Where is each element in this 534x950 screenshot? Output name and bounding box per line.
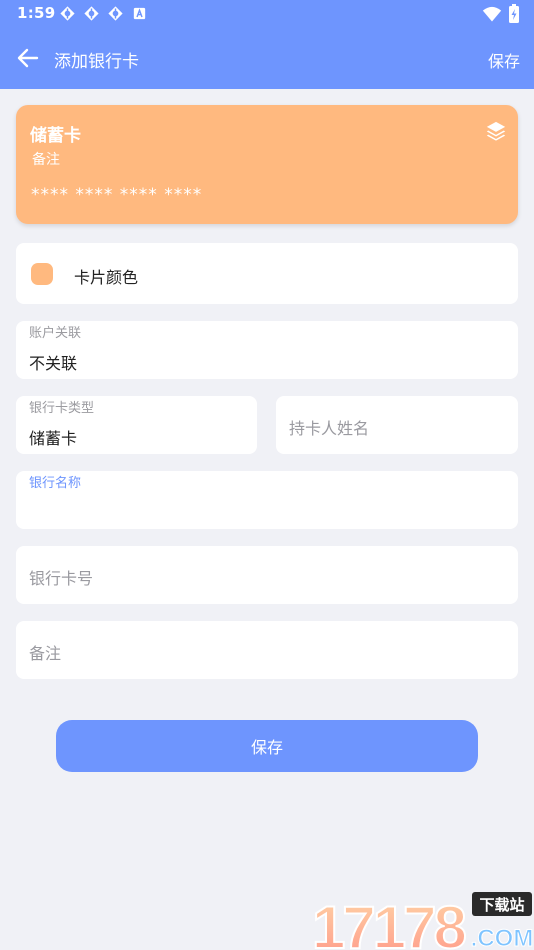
- battery-charging-icon: [509, 4, 519, 23]
- account-link-value: 不关联: [29, 354, 78, 373]
- save-action-button[interactable]: 保存: [488, 48, 520, 72]
- card-number-input[interactable]: 银行卡号: [16, 546, 518, 604]
- sync-icon: [60, 6, 75, 21]
- card-type-value: 储蓄卡: [29, 429, 78, 448]
- status-system-icons: [482, 4, 520, 24]
- watermark-logo: 17178 下载站 .COM: [311, 892, 534, 950]
- card-preview-note: 备注: [32, 152, 60, 168]
- status-time: 1:59: [17, 4, 56, 22]
- layers-icon[interactable]: [485, 120, 507, 142]
- font-a-icon: [133, 7, 146, 20]
- card-number-placeholder: 银行卡号: [29, 569, 94, 588]
- account-link-field[interactable]: 账户关联 不关联: [16, 321, 518, 379]
- svg-text:.COM: .COM: [471, 925, 534, 950]
- card-preview-type: 储蓄卡: [30, 126, 81, 146]
- svg-text:下载站: 下载站: [479, 896, 524, 914]
- card-preview-number: **** **** **** ****: [31, 185, 203, 205]
- card-preview: 储蓄卡 备注 **** **** **** ****: [16, 105, 518, 224]
- header: 1:59 添加银行卡 保存: [0, 0, 534, 89]
- arrow-left-icon: [17, 48, 39, 68]
- holder-name-input[interactable]: 持卡人姓名: [276, 396, 518, 454]
- save-button[interactable]: 保存: [56, 720, 478, 772]
- bank-name-label: 银行名称: [29, 476, 82, 491]
- account-link-label: 账户关联: [29, 326, 82, 341]
- card-type-field[interactable]: 银行卡类型 储蓄卡: [16, 396, 257, 454]
- app-bar: 添加银行卡 保存: [0, 28, 534, 89]
- status-notification-icons: [59, 5, 148, 22]
- wifi-icon: [482, 6, 502, 22]
- card-color-row[interactable]: 卡片颜色: [16, 243, 518, 304]
- svg-text:17178: 17178: [312, 894, 465, 950]
- status-bar: 1:59: [0, 0, 534, 28]
- page-title: 添加银行卡: [54, 52, 139, 72]
- card-type-label: 银行卡类型: [29, 401, 95, 416]
- note-placeholder: 备注: [29, 644, 62, 663]
- note-input[interactable]: 备注: [16, 621, 518, 679]
- card-color-label: 卡片颜色: [74, 268, 139, 287]
- card-color-swatch[interactable]: [31, 263, 53, 285]
- back-button[interactable]: [12, 42, 44, 74]
- holder-name-placeholder: 持卡人姓名: [289, 419, 370, 438]
- sync-icon: [108, 6, 123, 21]
- bank-name-input[interactable]: 银行名称: [16, 471, 518, 529]
- sync-icon: [84, 6, 99, 21]
